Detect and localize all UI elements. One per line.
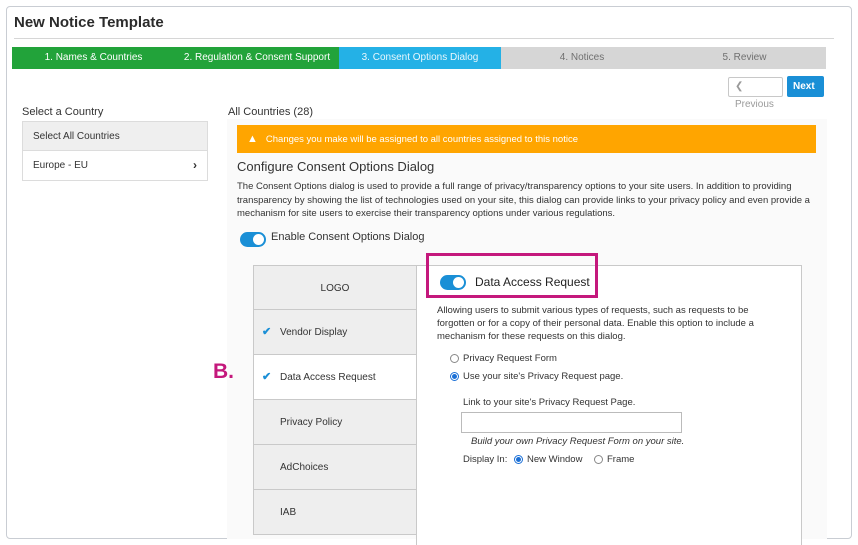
privacy-request-form-radio[interactable] bbox=[450, 354, 459, 363]
display-new-window-label: New Window bbox=[527, 454, 583, 465]
menu-item-iab[interactable]: IAB bbox=[253, 490, 417, 535]
data-access-description: Allowing users to submit various types o… bbox=[437, 305, 754, 342]
wizard-step-notices[interactable]: 4. Notices bbox=[501, 47, 663, 69]
menu-item-label: Data Access Request bbox=[280, 372, 376, 383]
wizard-step-names-countries[interactable]: 1. Names & Countries bbox=[12, 47, 175, 69]
next-label: Next bbox=[793, 81, 815, 92]
menu-item-logo[interactable]: LOGO bbox=[253, 265, 417, 310]
menu-item-label: AdChoices bbox=[280, 462, 329, 473]
country-list-heading: Select a Country bbox=[22, 106, 104, 118]
menu-item-label: LOGO bbox=[320, 283, 350, 294]
previous-button[interactable]: ❮ Previous bbox=[728, 77, 783, 110]
next-button[interactable]: Next ❯ bbox=[787, 76, 824, 113]
country-item-label: Europe - EU bbox=[33, 160, 89, 171]
menu-item-vendor-display[interactable]: ✔ Vendor Display bbox=[253, 310, 417, 355]
privacy-page-link-label: Link to your site's Privacy Request Page… bbox=[463, 397, 636, 408]
wizard-step-consent-options[interactable]: 3. Consent Options Dialog bbox=[339, 47, 501, 69]
warning-banner: ▲ Changes you make will be assigned to al… bbox=[237, 125, 816, 153]
display-new-window-radio[interactable] bbox=[514, 455, 523, 464]
menu-item-label: Vendor Display bbox=[280, 327, 348, 338]
highlight-box bbox=[426, 253, 598, 298]
options-menu: LOGO ✔ Vendor Display ✔ Data Access Reques… bbox=[253, 265, 417, 535]
privacy-page-link-input[interactable] bbox=[461, 412, 682, 433]
check-icon: ✔ bbox=[262, 326, 272, 338]
privacy-request-page-radio[interactable] bbox=[450, 372, 459, 381]
previous-label: Previous bbox=[735, 99, 774, 110]
privacy-request-page-label: Use your site's Privacy Request page. bbox=[463, 371, 624, 382]
display-in-label: Display In: bbox=[463, 454, 508, 465]
wizard-step-review[interactable]: 5. Review bbox=[663, 47, 826, 69]
build-form-note: Build your own Privacy Request Form on y… bbox=[471, 436, 685, 447]
country-item-europe-eu[interactable]: Europe - EU › bbox=[23, 151, 207, 180]
title-divider bbox=[14, 38, 834, 39]
menu-item-label: IAB bbox=[280, 507, 297, 518]
section-description: The Consent Options dialog is used to pr… bbox=[237, 181, 810, 219]
section-title: Configure Consent Options Dialog bbox=[237, 159, 435, 174]
chevron-right-icon: ❯ bbox=[793, 102, 802, 113]
enable-dialog-toggle[interactable] bbox=[240, 232, 266, 247]
warning-triangle-icon: ▲ bbox=[247, 133, 258, 145]
country-item-select-all[interactable]: Select All Countries bbox=[23, 122, 207, 151]
check-icon: ✔ bbox=[262, 371, 272, 383]
warning-text: Changes you make will be assigned to all… bbox=[265, 134, 578, 145]
countries-title: All Countries (28) bbox=[228, 106, 313, 118]
chevron-right-icon: › bbox=[193, 158, 197, 172]
display-frame-radio[interactable] bbox=[594, 455, 603, 464]
menu-item-data-access-request[interactable]: ✔ Data Access Request bbox=[253, 355, 417, 400]
menu-item-adchoices[interactable]: AdChoices bbox=[253, 445, 417, 490]
page-title: New Notice Template bbox=[14, 14, 164, 31]
enable-dialog-label: Enable Consent Options Dialog bbox=[271, 231, 425, 243]
menu-item-label: Privacy Policy bbox=[280, 417, 343, 428]
annotation-label: B. bbox=[213, 360, 234, 383]
privacy-request-form-label: Privacy Request Form bbox=[463, 353, 557, 364]
country-list: Select All Countries Europe - EU › bbox=[22, 121, 208, 181]
display-frame-label: Frame bbox=[607, 454, 635, 465]
country-item-label: Select All Countries bbox=[33, 131, 120, 142]
menu-item-privacy-policy[interactable]: Privacy Policy bbox=[253, 400, 417, 445]
chevron-left-icon: ❮ bbox=[735, 81, 744, 92]
wizard-step-regulation[interactable]: 2. Regulation & Consent Support bbox=[175, 47, 339, 69]
wizard-steps: 1. Names & Countries 2. Regulation & Con… bbox=[12, 47, 826, 69]
